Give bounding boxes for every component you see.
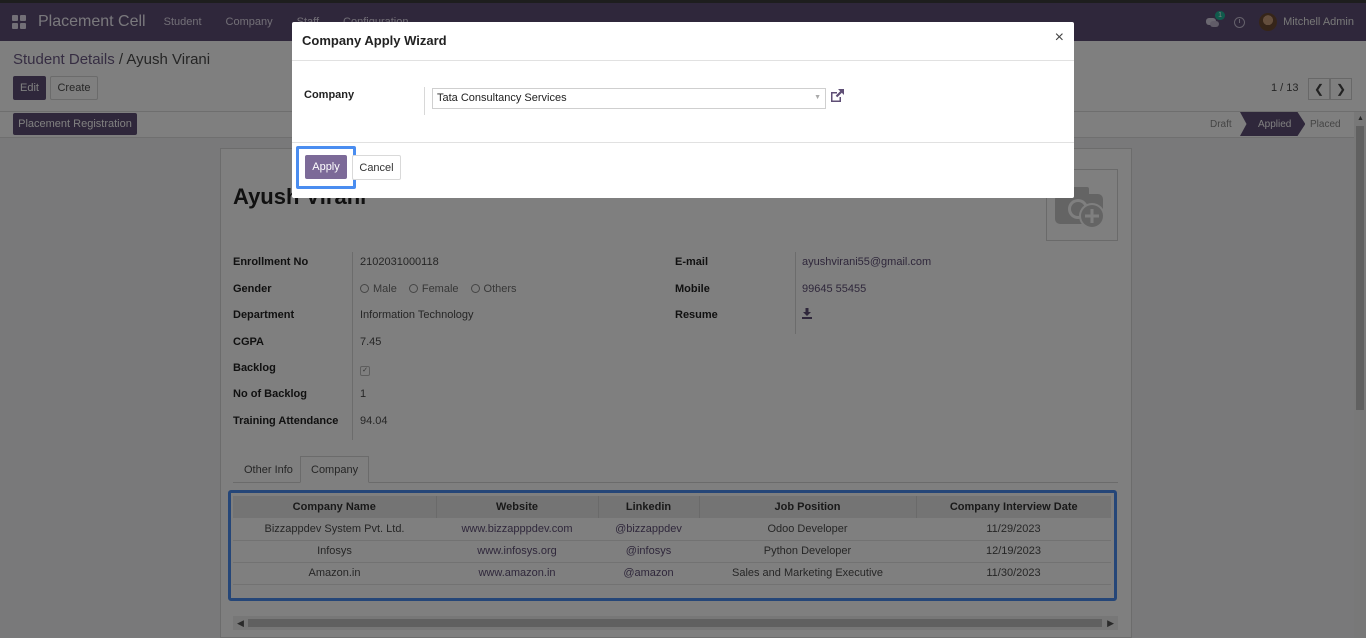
- external-link-icon[interactable]: [829, 88, 845, 104]
- apply-highlight-box: [296, 146, 356, 189]
- company-select[interactable]: Tata Consultancy Services ▼: [432, 88, 826, 109]
- field-divider: [424, 87, 425, 115]
- modal-header-divider: [292, 60, 1074, 61]
- company-select-value: Tata Consultancy Services: [437, 92, 567, 104]
- modal-footer-divider: [292, 142, 1074, 143]
- chevron-down-icon[interactable]: ▼: [814, 94, 821, 101]
- company-field-label: Company: [304, 89, 355, 101]
- cancel-button[interactable]: Cancel: [352, 155, 401, 180]
- close-icon[interactable]: ×: [1055, 29, 1064, 47]
- modal-title: Company Apply Wizard: [302, 33, 447, 48]
- company-apply-wizard: Company Apply Wizard × Company Tata Cons…: [292, 22, 1074, 198]
